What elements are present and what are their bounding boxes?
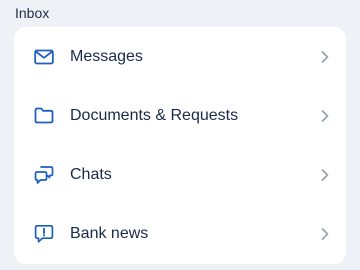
chevron-right-icon — [320, 227, 330, 241]
folder-icon — [34, 106, 54, 126]
inbox-list: Messages Documents & Requests Chats Bank… — [14, 27, 346, 264]
section-title: Inbox — [15, 5, 50, 21]
inbox-item-chats[interactable]: Chats — [14, 145, 346, 204]
inbox-item-label: Chats — [70, 165, 112, 183]
chevron-right-icon — [320, 50, 330, 64]
inbox-item-documents-requests[interactable]: Documents & Requests — [14, 86, 346, 145]
inbox-item-label: Bank news — [70, 224, 149, 242]
inbox-item-messages[interactable]: Messages — [14, 27, 346, 86]
inbox-item-label: Messages — [70, 47, 143, 65]
alert-message-icon — [34, 224, 54, 244]
chevron-right-icon — [320, 168, 330, 182]
envelope-icon — [34, 47, 54, 67]
chat-bubbles-icon — [34, 165, 54, 185]
chevron-right-icon — [320, 109, 330, 123]
inbox-item-bank-news[interactable]: Bank news — [14, 204, 346, 263]
inbox-item-label: Documents & Requests — [70, 106, 239, 124]
